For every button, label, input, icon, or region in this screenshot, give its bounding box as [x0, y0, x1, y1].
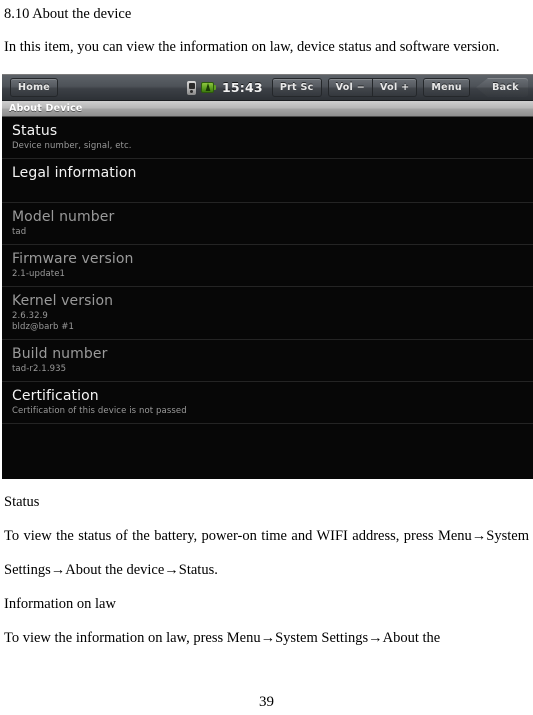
- home-button[interactable]: Home: [10, 78, 59, 97]
- status-clock: 15:43: [222, 80, 263, 95]
- list-item-build-number[interactable]: Build number tad-r2.1.935: [2, 340, 533, 382]
- list-item-model-number[interactable]: Model number tad: [2, 203, 533, 245]
- status-icon-group: [186, 80, 217, 95]
- list-item-certification[interactable]: Certification Certification of this devi…: [2, 382, 533, 424]
- about-device-list: Status Device number, signal, etc. Legal…: [2, 117, 533, 478]
- law-paragraph: To view the information on law, press Me…: [4, 630, 441, 646]
- list-item-title: Model number: [12, 209, 115, 225]
- menu-button[interactable]: Menu: [423, 78, 470, 97]
- screen-title-bar: About Device: [2, 101, 533, 117]
- list-item-subtitle-secondary: bldz@barb #1: [12, 322, 75, 332]
- list-item-title: Status: [12, 123, 58, 139]
- list-item-title: Legal information: [12, 165, 137, 181]
- list-item-title: Kernel version: [12, 293, 114, 309]
- list-item-subtitle: 2.6.32.9: [12, 311, 48, 321]
- volume-up-button[interactable]: Vol +: [372, 78, 418, 97]
- intro-paragraph: In this item, you can view the informati…: [4, 39, 500, 55]
- list-item-legal-information[interactable]: Legal information: [2, 159, 533, 203]
- law-heading: Information on law: [4, 596, 116, 612]
- battery-charging-icon: [201, 82, 217, 93]
- volume-button-group: Vol − Vol +: [327, 78, 418, 97]
- emulator-toolbar: Home 15:43 Prt Sc Vol − Vol + Menu Back: [2, 75, 533, 101]
- status-paragraph: To view the status of the battery, power…: [4, 528, 529, 578]
- list-item-subtitle: 2.1-update1: [12, 269, 66, 279]
- list-item-title: Certification: [12, 388, 99, 404]
- back-button[interactable]: Back: [476, 78, 528, 97]
- volume-down-button[interactable]: Vol −: [327, 78, 373, 97]
- list-item-subtitle: Certification of this device is not pass…: [12, 406, 187, 416]
- list-item-kernel-version[interactable]: Kernel version 2.6.32.9 bldz@barb #1: [2, 287, 533, 340]
- page-number: 39: [259, 694, 274, 710]
- signal-icon: [186, 80, 197, 95]
- list-item-subtitle: Device number, signal, etc.: [12, 141, 132, 151]
- list-item-status[interactable]: Status Device number, signal, etc.: [2, 117, 533, 159]
- print-screen-button[interactable]: Prt Sc: [271, 78, 322, 97]
- list-item-firmware-version[interactable]: Firmware version 2.1-update1: [2, 245, 533, 287]
- screen-title: About Device: [9, 103, 83, 114]
- status-heading: Status: [4, 494, 40, 510]
- section-heading: 8.10 About the device: [4, 6, 132, 22]
- list-item-title: Firmware version: [12, 251, 134, 267]
- list-item-subtitle: tad: [12, 227, 27, 237]
- list-item-subtitle: tad-r2.1.935: [12, 364, 67, 374]
- list-item-title: Build number: [12, 346, 108, 362]
- manual-page: 8.10 About the device In this item, you …: [0, 4, 533, 655]
- device-screenshot: Home 15:43 Prt Sc Vol − Vol + Menu Back …: [2, 74, 533, 479]
- list-empty-area: [2, 424, 533, 469]
